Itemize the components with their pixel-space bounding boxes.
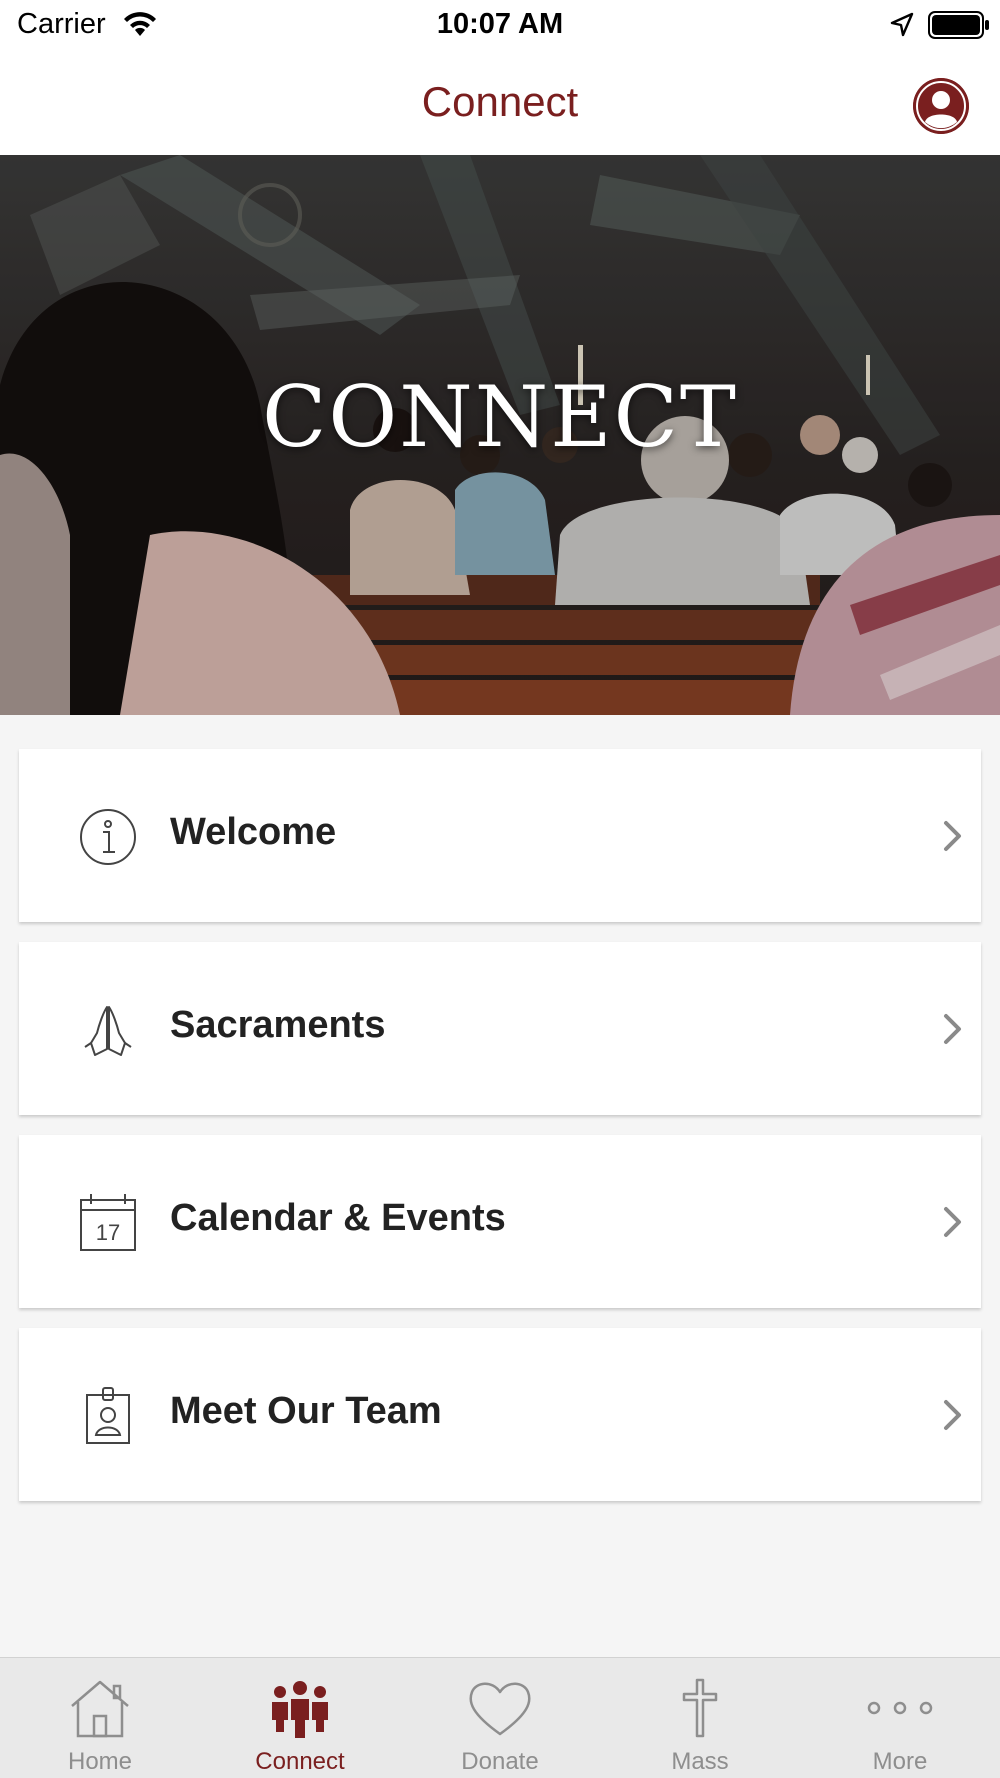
chevron-right-icon <box>942 1205 964 1244</box>
page-title: Connect <box>421 78 579 125</box>
menu-item-label: Calendar & Events <box>170 1197 506 1239</box>
id-badge-icon <box>77 1385 139 1447</box>
tab-connect[interactable]: Connect <box>200 1658 400 1778</box>
info-icon <box>77 806 139 868</box>
tab-more[interactable]: More <box>800 1658 1000 1778</box>
home-icon <box>64 1676 136 1740</box>
tab-bar: Home Connect Donate Mass More <box>0 1657 1000 1778</box>
battery-icon <box>928 11 990 44</box>
chevron-right-icon <box>942 1398 964 1437</box>
menu-item-sacraments[interactable]: Sacraments <box>19 942 981 1115</box>
menu-item-label: Meet Our Team <box>170 1390 442 1432</box>
heart-icon <box>464 1676 536 1740</box>
menu-item-calendar-events[interactable]: 17 Calendar & Events <box>19 1135 981 1308</box>
tab-label: Mass <box>671 1748 729 1775</box>
people-icon <box>264 1676 336 1740</box>
status-bar: Carrier 10:07 AM <box>0 0 1000 52</box>
tab-mass[interactable]: Mass <box>600 1658 800 1778</box>
tab-label: Donate <box>461 1748 539 1775</box>
menu-item-welcome[interactable]: Welcome <box>19 749 981 922</box>
more-dots-icon <box>864 1676 936 1740</box>
tab-label: Home <box>67 1748 133 1775</box>
location-arrow-icon <box>889 12 915 43</box>
hero-banner: CONNECT <box>0 155 1000 715</box>
menu-item-label: Welcome <box>170 811 337 853</box>
hero-title: CONNECT <box>262 368 738 466</box>
calendar-icon: 17 <box>77 1192 139 1254</box>
chevron-right-icon <box>942 1012 964 1051</box>
tab-home[interactable]: Home <box>0 1658 200 1778</box>
tab-label: Connect <box>255 1748 345 1775</box>
calendar-icon-text: 17 <box>96 1220 120 1245</box>
status-time: 10:07 AM <box>436 8 564 40</box>
tab-donate[interactable]: Donate <box>400 1658 600 1778</box>
chevron-right-icon <box>942 819 964 858</box>
menu-item-label: Sacraments <box>170 1004 386 1046</box>
navigation-bar: Connect <box>0 52 1000 155</box>
menu-item-meet-our-team[interactable]: Meet Our Team <box>19 1328 981 1501</box>
user-avatar-icon[interactable] <box>913 78 969 134</box>
cross-icon <box>664 1676 736 1740</box>
tab-label: More <box>872 1748 928 1775</box>
praying-hands-icon <box>77 999 139 1061</box>
hero-title-wrap: CONNECT <box>0 368 1000 466</box>
